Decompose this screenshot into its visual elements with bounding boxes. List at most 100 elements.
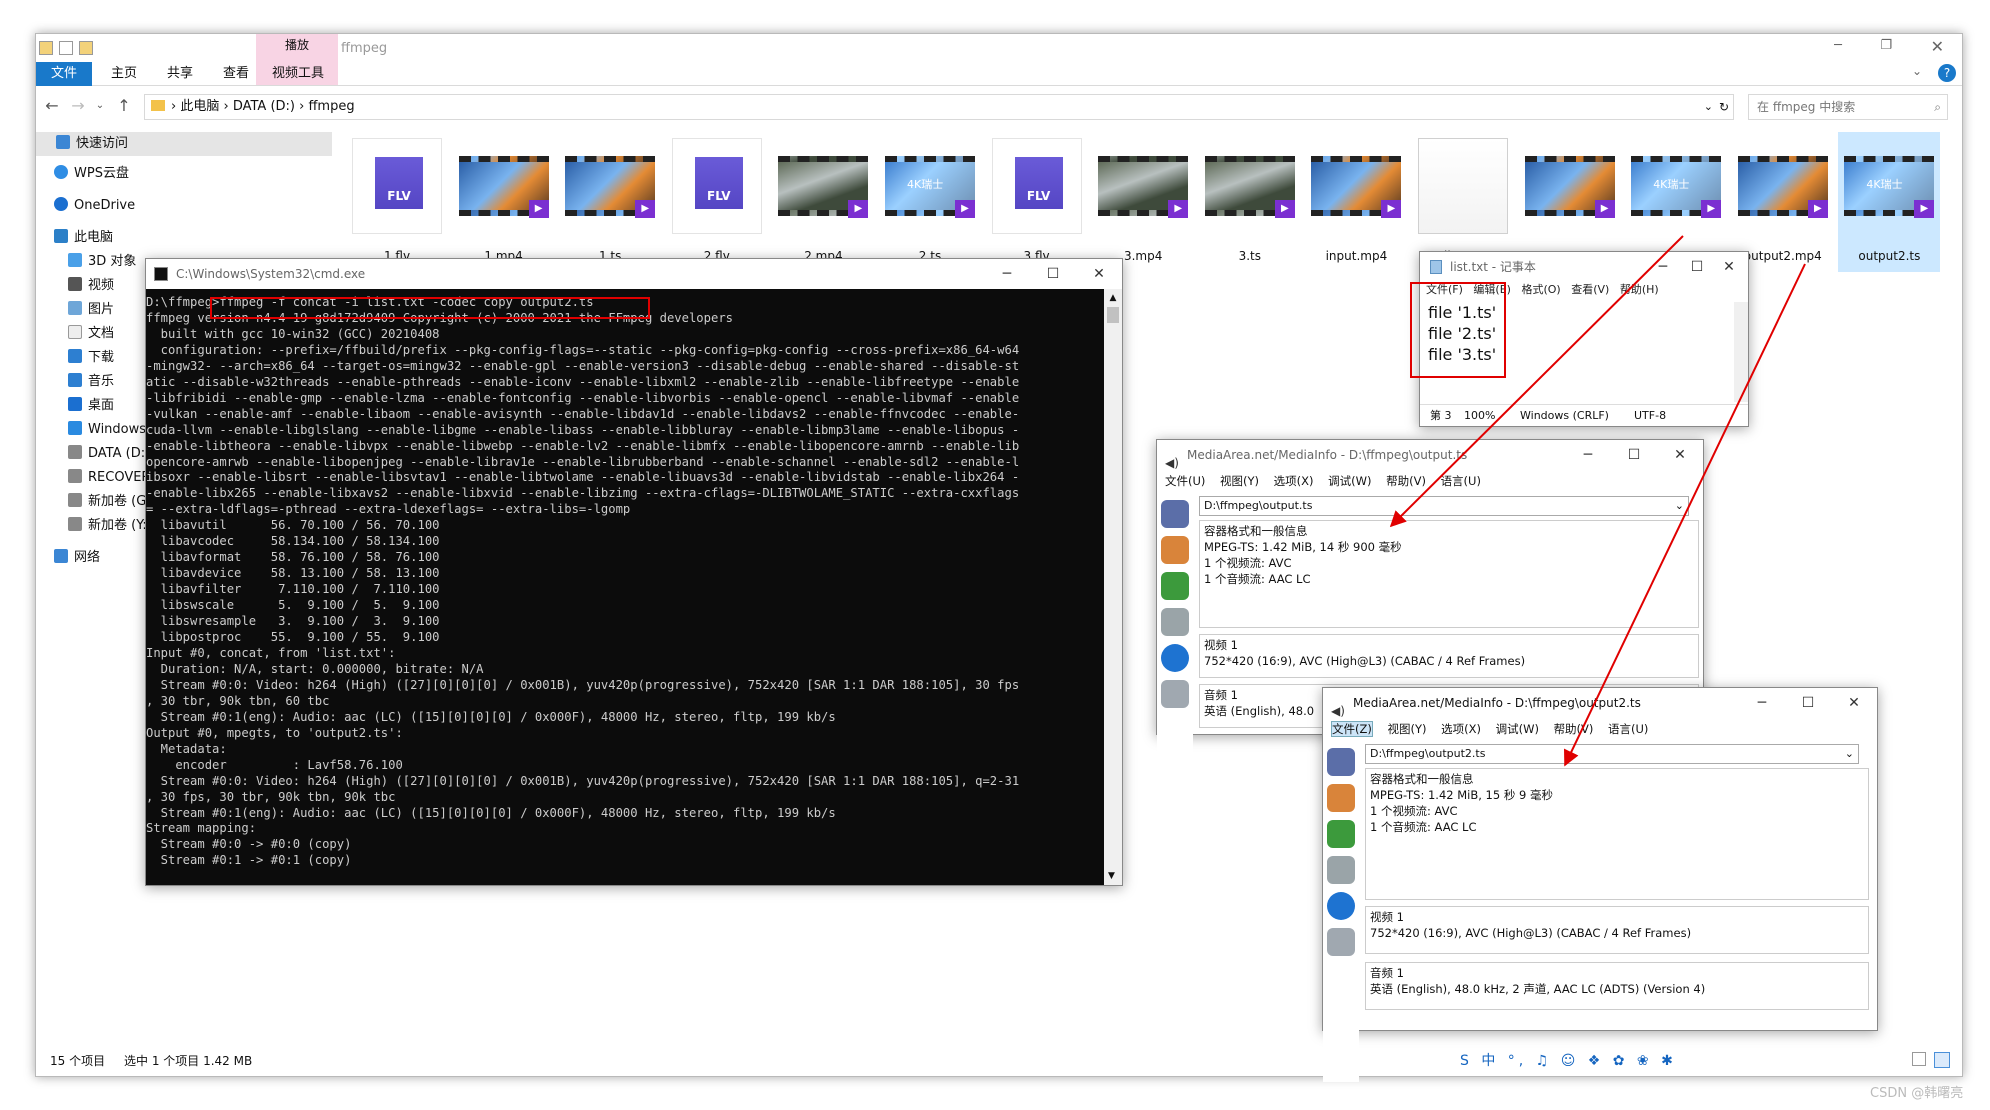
file-path-select[interactable]: D:\ffmpeg\output.ts ⌄ bbox=[1199, 496, 1689, 516]
chevron-down-icon[interactable]: ⌄ bbox=[1845, 745, 1854, 763]
file-item[interactable]: FLV 3.flv bbox=[986, 132, 1088, 272]
file-path-select[interactable]: D:\ffmpeg\output2.ts ⌄ bbox=[1365, 744, 1859, 764]
back-icon[interactable]: ← bbox=[40, 88, 64, 124]
refresh-icon[interactable]: ↻ bbox=[1719, 95, 1729, 119]
maximize-button[interactable]: ☐ bbox=[1785, 688, 1831, 718]
open-folder-icon[interactable] bbox=[1161, 536, 1189, 564]
nav-wps-cloud[interactable]: WPS云盘 bbox=[54, 162, 129, 186]
menu-debug[interactable]: 调试(W) bbox=[1496, 722, 1539, 736]
menu-format[interactable]: 格式(O) bbox=[1521, 283, 1560, 296]
menu-options[interactable]: 选项(X) bbox=[1441, 722, 1481, 736]
tab-home[interactable]: 主页 bbox=[96, 62, 152, 86]
tab-file[interactable]: 文件 bbox=[36, 62, 92, 86]
file-item[interactable]: ▶ 3.ts bbox=[1199, 132, 1301, 272]
up-icon[interactable]: ↑ bbox=[112, 88, 136, 124]
settings-icon[interactable] bbox=[1161, 680, 1189, 708]
nav-network[interactable]: 网络 bbox=[54, 546, 100, 570]
nav-new-volume-y[interactable]: 新加卷 (Y: bbox=[68, 514, 147, 538]
recent-chevron-icon[interactable]: ⌄ bbox=[88, 88, 112, 124]
menu-help[interactable]: 帮助(H) bbox=[1620, 283, 1659, 296]
file-item[interactable]: ▶ 3.mp4 bbox=[1092, 132, 1194, 272]
minimize-button[interactable]: ─ bbox=[1834, 38, 1842, 53]
scrollbar[interactable]: ▲ ▼ bbox=[1104, 289, 1122, 885]
nav-pictures[interactable]: 图片 bbox=[68, 298, 114, 322]
scroll-up-icon[interactable]: ▲ bbox=[1107, 293, 1119, 303]
file-item[interactable]: ▶ 1.mp4 bbox=[453, 132, 555, 272]
maximize-button[interactable]: ☐ bbox=[1611, 440, 1657, 470]
close-button[interactable]: ✕ bbox=[1714, 252, 1744, 282]
info-icon[interactable] bbox=[1327, 892, 1355, 920]
breadcrumb-ffmpeg[interactable]: ffmpeg bbox=[308, 99, 354, 114]
new-folder-icon[interactable] bbox=[79, 41, 93, 55]
settings-icon[interactable] bbox=[1327, 928, 1355, 956]
nav-this-pc[interactable]: 此电脑 bbox=[54, 226, 113, 250]
menu-debug[interactable]: 调试(W) bbox=[1328, 474, 1371, 488]
minimize-button[interactable]: ─ bbox=[984, 259, 1030, 289]
tab-video-tools[interactable]: 视频工具 bbox=[258, 62, 338, 86]
search-input[interactable]: 在 ffmpeg 中搜索 ⌕ bbox=[1748, 94, 1948, 120]
menu-language[interactable]: 语言(U) bbox=[1441, 474, 1481, 488]
export-icon[interactable] bbox=[1161, 572, 1189, 600]
export-icon[interactable] bbox=[1327, 820, 1355, 848]
open-file-icon[interactable] bbox=[1327, 748, 1355, 776]
menu-help[interactable]: 帮助(V) bbox=[1386, 474, 1426, 488]
tab-share[interactable]: 共享 bbox=[152, 62, 208, 86]
ime-toolbar[interactable]: S 中 °, ♫ ☺ ❖ ✿ ❀ ✱ bbox=[1460, 1050, 1673, 1072]
minimize-button[interactable]: ─ bbox=[1739, 688, 1785, 718]
scrollbar[interactable] bbox=[1734, 302, 1748, 402]
menu-view[interactable]: 查看(V) bbox=[1571, 283, 1609, 296]
file-item[interactable]: ▶ 2.mp4 bbox=[772, 132, 874, 272]
file-item[interactable]: FLV 2.flv bbox=[666, 132, 768, 272]
chevron-down-icon[interactable]: ⌄ bbox=[1912, 64, 1922, 78]
close-button[interactable]: ✕ bbox=[1931, 37, 1944, 56]
nav-data-drive[interactable]: DATA (D: bbox=[68, 442, 145, 466]
nav-windows-drive[interactable]: Windows bbox=[68, 418, 146, 442]
close-button[interactable]: ✕ bbox=[1657, 440, 1703, 470]
address-bar[interactable]: › 此电脑 › DATA (D:) › ffmpeg ⌄ ↻ bbox=[144, 94, 1734, 120]
file-item[interactable]: ▶ 1.ts bbox=[559, 132, 661, 272]
file-item[interactable]: ▶2.ts bbox=[879, 132, 981, 272]
nav-onedrive[interactable]: OneDrive bbox=[54, 194, 135, 218]
nav-3d-objects[interactable]: 3D 对象 bbox=[68, 250, 136, 274]
minimize-button[interactable]: ─ bbox=[1565, 440, 1611, 470]
scroll-down-icon[interactable]: ▼ bbox=[1108, 871, 1115, 881]
folder-icon[interactable] bbox=[39, 41, 53, 55]
file-item[interactable]: ▶ input.mp4 bbox=[1305, 132, 1407, 272]
file-item[interactable]: ▶ output2.ts bbox=[1838, 132, 1941, 272]
properties-icon[interactable] bbox=[59, 41, 73, 55]
chevron-down-icon[interactable]: ⌄ bbox=[1675, 497, 1684, 515]
file-item[interactable]: FLV 1.flv bbox=[346, 132, 448, 272]
nav-music[interactable]: 音乐 bbox=[68, 370, 114, 394]
nav-new-volume-g[interactable]: 新加卷 (G: bbox=[68, 490, 151, 514]
info-icon[interactable] bbox=[1161, 644, 1189, 672]
open-file-icon[interactable] bbox=[1161, 500, 1189, 528]
address-dropdown-icon[interactable]: ⌄ bbox=[1704, 95, 1713, 119]
terminal-output[interactable]: D:\ffmpeg>ffmpeg -f concat -i list.txt -… bbox=[146, 289, 1104, 885]
large-icons-view-icon[interactable] bbox=[1934, 1052, 1950, 1068]
nav-documents[interactable]: 文档 bbox=[68, 322, 114, 346]
menu-file[interactable]: 文件(Z) bbox=[1331, 721, 1373, 737]
breadcrumb-data-d[interactable]: DATA (D:) bbox=[233, 99, 295, 114]
menu-help[interactable]: 帮助(V) bbox=[1554, 722, 1594, 736]
minimize-button[interactable]: ─ bbox=[1648, 252, 1678, 282]
menu-options[interactable]: 选项(X) bbox=[1274, 474, 1314, 488]
nav-desktop[interactable]: 桌面 bbox=[68, 394, 114, 418]
nav-videos[interactable]: 视频 bbox=[68, 274, 114, 298]
details-view-icon[interactable] bbox=[1912, 1052, 1926, 1066]
breadcrumb-this-pc[interactable]: 此电脑 bbox=[180, 99, 219, 114]
help-icon[interactable]: ? bbox=[1938, 64, 1956, 82]
maximize-button[interactable]: ☐ bbox=[1682, 252, 1712, 282]
close-button[interactable]: ✕ bbox=[1076, 259, 1122, 289]
nav-downloads[interactable]: 下载 bbox=[68, 346, 114, 370]
menu-file[interactable]: 文件(U) bbox=[1165, 474, 1205, 488]
open-folder-icon[interactable] bbox=[1327, 784, 1355, 812]
menu-language[interactable]: 语言(U) bbox=[1608, 722, 1648, 736]
nav-recover-drive[interactable]: RECOVER bbox=[68, 466, 150, 490]
menu-view[interactable]: 视图(Y) bbox=[1387, 722, 1426, 736]
scroll-thumb[interactable] bbox=[1107, 307, 1119, 323]
forward-icon[interactable]: → bbox=[66, 88, 90, 124]
menu-view[interactable]: 视图(Y) bbox=[1220, 474, 1259, 488]
tab-view[interactable]: 查看 bbox=[208, 62, 264, 86]
close-button[interactable]: ✕ bbox=[1831, 688, 1877, 718]
nav-quick-access[interactable]: 快速访问 bbox=[56, 132, 128, 156]
